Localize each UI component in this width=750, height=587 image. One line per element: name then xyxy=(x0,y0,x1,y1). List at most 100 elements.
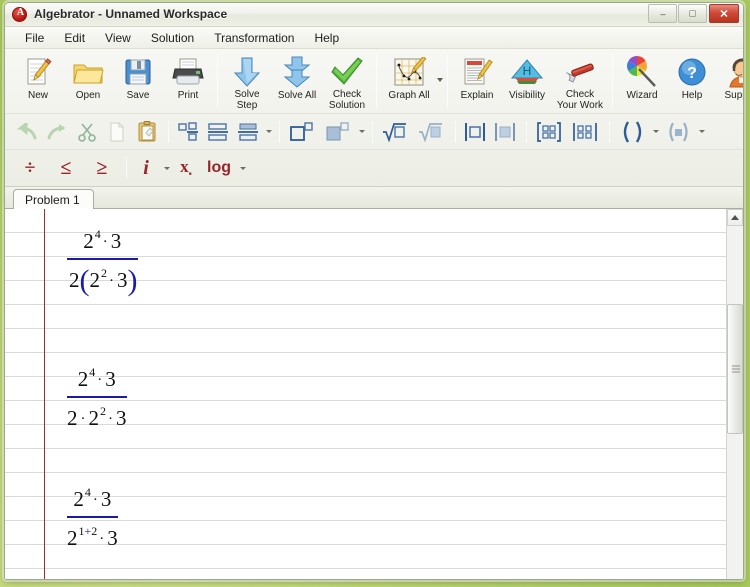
imaginary-unit-button[interactable]: i xyxy=(132,154,160,182)
parentheses-button[interactable] xyxy=(615,118,649,146)
divide-symbol-button[interactable]: ÷ xyxy=(13,154,47,182)
redo-button[interactable] xyxy=(43,118,71,146)
save-button-label: Save xyxy=(126,90,150,101)
denominator-step-2: 2 · 22 · 3 xyxy=(67,398,127,434)
minimize-button[interactable]: – xyxy=(648,4,677,23)
toolbar-separator xyxy=(279,120,280,143)
paren-open: ( xyxy=(79,264,90,297)
solve-all-button[interactable]: Solve All xyxy=(272,52,322,112)
numerator-step-2: 24 · 3 xyxy=(67,361,127,398)
toolbar-area: New Open Save Print Solve Step Solve All… xyxy=(5,49,743,187)
save-button[interactable]: Save xyxy=(113,52,163,112)
graph-all-button[interactable]: Graph All xyxy=(381,52,437,112)
svg-text:?: ? xyxy=(687,65,697,82)
expression-step-3[interactable]: 24 · 3 21+2 · 3 xyxy=(67,481,118,554)
vertical-scrollbar[interactable] xyxy=(726,209,743,579)
visibility-triangle-h-icon: H xyxy=(510,55,544,89)
toolbar-separator xyxy=(612,54,613,108)
radical-button[interactable] xyxy=(378,118,412,146)
subscript-variable-button[interactable]: x▪ xyxy=(172,154,200,182)
menu-item-edit[interactable]: Edit xyxy=(54,29,95,47)
wizard-button[interactable]: Wizard xyxy=(617,52,667,112)
radical-filled-button[interactable] xyxy=(414,118,448,146)
window-title: Algebrator - Unnamed Workspace xyxy=(34,7,228,21)
times-dot: · xyxy=(80,411,86,427)
new-button-label: New xyxy=(27,90,48,101)
times-dot: · xyxy=(102,234,108,250)
digit-two: 2 xyxy=(67,406,78,430)
fraction-wide-button[interactable] xyxy=(204,118,232,146)
menu-item-transformation[interactable]: Transformation xyxy=(204,29,304,47)
digit-two: 2 xyxy=(67,526,78,550)
toolbar-separator xyxy=(455,120,456,143)
new-button[interactable]: New xyxy=(13,52,63,112)
document-area: 24 · 3 2(22 · 3) 24 · 3 2 · 22 · 3 24 · … xyxy=(5,209,743,579)
solve-step-button[interactable]: Solve Step xyxy=(222,52,272,112)
symbol-toolbar: ÷ ≤ ≥ i x▪ log xyxy=(5,150,743,186)
print-button[interactable]: Print xyxy=(163,52,213,112)
parentheses-filled-dropdown-arrow-icon[interactable] xyxy=(697,119,707,145)
parentheses-filled-button[interactable] xyxy=(661,118,695,146)
exponent-filled-button[interactable] xyxy=(321,118,355,146)
check-solution-button[interactable]: Check Solution xyxy=(322,52,372,112)
fraction-step-1: 24 · 3 2(22 · 3) xyxy=(67,223,138,296)
parentheses-dropdown-arrow-icon[interactable] xyxy=(651,119,661,145)
paste-button[interactable] xyxy=(133,118,161,146)
matrix-brackets-icon xyxy=(537,121,561,142)
notebook-paper[interactable]: 24 · 3 2(22 · 3) 24 · 3 2 · 22 · 3 24 · … xyxy=(5,209,726,579)
exponent-button[interactable] xyxy=(285,118,319,146)
expression-step-1[interactable]: 24 · 3 2(22 · 3) xyxy=(67,223,138,296)
greater-or-equal-button[interactable]: ≥ xyxy=(85,154,119,182)
imaginary-unit-symbol: i xyxy=(143,157,149,179)
copy-button[interactable] xyxy=(103,118,131,146)
open-button[interactable]: Open xyxy=(63,52,113,112)
logarithm-button[interactable]: log xyxy=(202,154,236,182)
svg-text:H: H xyxy=(523,64,532,78)
cut-button[interactable] xyxy=(73,118,101,146)
check-your-work-button[interactable]: Check Your Work xyxy=(552,52,608,112)
fraction-filled-button[interactable] xyxy=(234,118,262,146)
radical-box-icon xyxy=(383,123,406,142)
blue-question-mark-icon: ? xyxy=(675,55,709,89)
matrix-plain-button[interactable] xyxy=(568,118,602,146)
close-icon: ✕ xyxy=(719,8,729,20)
fraction-step-2: 24 · 3 2 · 22 · 3 xyxy=(67,361,127,434)
scrollbar-thumb[interactable] xyxy=(727,304,743,434)
explain-button[interactable]: Explain xyxy=(452,52,502,112)
close-button[interactable]: ✕ xyxy=(709,4,739,23)
toolbar-separator xyxy=(526,120,527,143)
floppy-disk-icon xyxy=(121,55,155,89)
visibility-button[interactable]: H Visibility xyxy=(502,52,552,112)
tab-problem-1[interactable]: Problem 1 xyxy=(13,189,94,210)
toolbar-separator xyxy=(372,120,373,143)
fraction-dropdown-arrow-icon[interactable] xyxy=(264,119,274,145)
menu-item-file[interactable]: File xyxy=(15,29,54,47)
menu-item-view[interactable]: View xyxy=(95,29,141,47)
imaginary-unit-dropdown-arrow-icon[interactable] xyxy=(162,155,172,181)
graph-all-dropdown-arrow-icon[interactable] xyxy=(437,52,443,108)
scroll-up-arrow-icon[interactable] xyxy=(727,209,743,226)
toolbar-separator xyxy=(126,157,127,179)
paren-close: ) xyxy=(127,264,138,297)
logarithm-dropdown-arrow-icon[interactable] xyxy=(238,155,248,181)
support-button[interactable]: Support xyxy=(717,52,743,112)
times-dot: · xyxy=(97,372,103,388)
solve-all-button-label: Solve All xyxy=(277,90,317,101)
fraction-stacked-button[interactable] xyxy=(174,118,202,146)
maximize-button[interactable]: □ xyxy=(678,4,707,23)
digit-two: 2 xyxy=(89,268,101,292)
graph-all-button-label: Graph All xyxy=(388,90,430,101)
absolute-value-button[interactable] xyxy=(461,118,489,146)
digit-two: 2 xyxy=(69,268,80,292)
expression-step-2[interactable]: 24 · 3 2 · 22 · 3 xyxy=(67,361,127,434)
absolute-filled-button[interactable] xyxy=(491,118,519,146)
menu-item-solution[interactable]: Solution xyxy=(141,29,204,47)
graph-plot-pencil-icon xyxy=(392,55,426,89)
less-or-equal-button[interactable]: ≤ xyxy=(49,154,83,182)
exponent-dropdown-arrow-icon[interactable] xyxy=(357,119,367,145)
matrix-button[interactable] xyxy=(532,118,566,146)
undo-button[interactable] xyxy=(13,118,41,146)
help-button[interactable]: ? Help xyxy=(667,52,717,112)
menu-item-help[interactable]: Help xyxy=(304,29,349,47)
radical-filled-icon xyxy=(419,123,442,142)
